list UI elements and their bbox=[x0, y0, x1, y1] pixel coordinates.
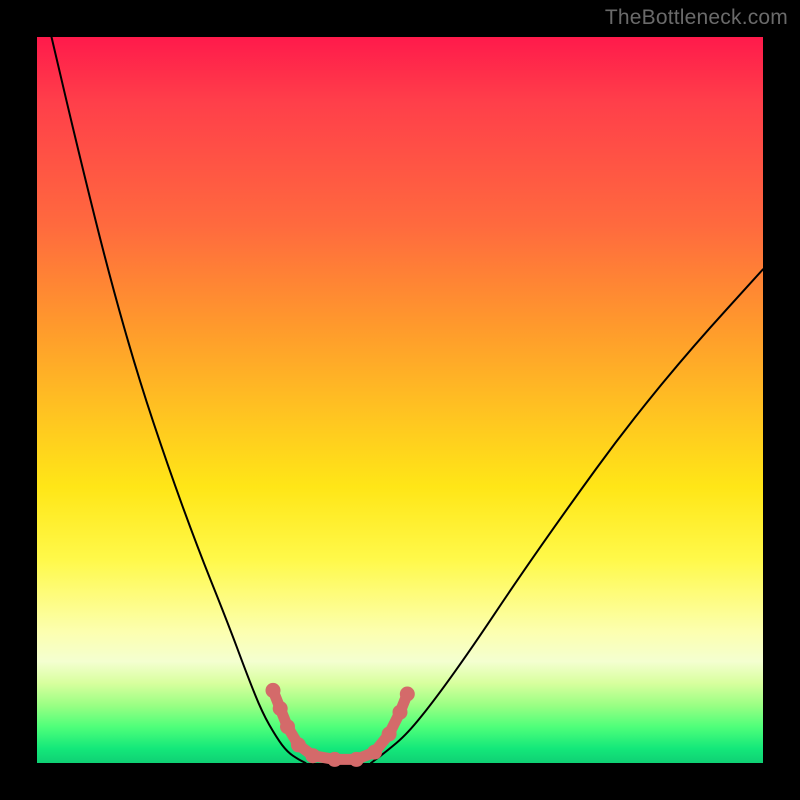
trough-marker-dot bbox=[273, 701, 288, 716]
plot-area bbox=[37, 37, 763, 763]
trough-marker-dot bbox=[367, 745, 382, 760]
trough-marker-dot bbox=[266, 683, 281, 698]
trough-marker-dot bbox=[305, 748, 320, 763]
trough-marker-dot bbox=[291, 737, 306, 752]
curves-svg bbox=[37, 37, 763, 763]
right-curve bbox=[371, 269, 763, 763]
trough-marker-dot bbox=[349, 752, 364, 767]
trough-marker-dot bbox=[280, 719, 295, 734]
left-curve bbox=[52, 37, 306, 763]
watermark-text: TheBottleneck.com bbox=[605, 6, 788, 30]
trough-marker-dot bbox=[400, 687, 415, 702]
trough-marker-dot bbox=[327, 752, 342, 767]
trough-marker-dot bbox=[382, 727, 397, 742]
trough-marker-dot bbox=[393, 705, 408, 720]
chart-frame: TheBottleneck.com bbox=[0, 0, 800, 800]
